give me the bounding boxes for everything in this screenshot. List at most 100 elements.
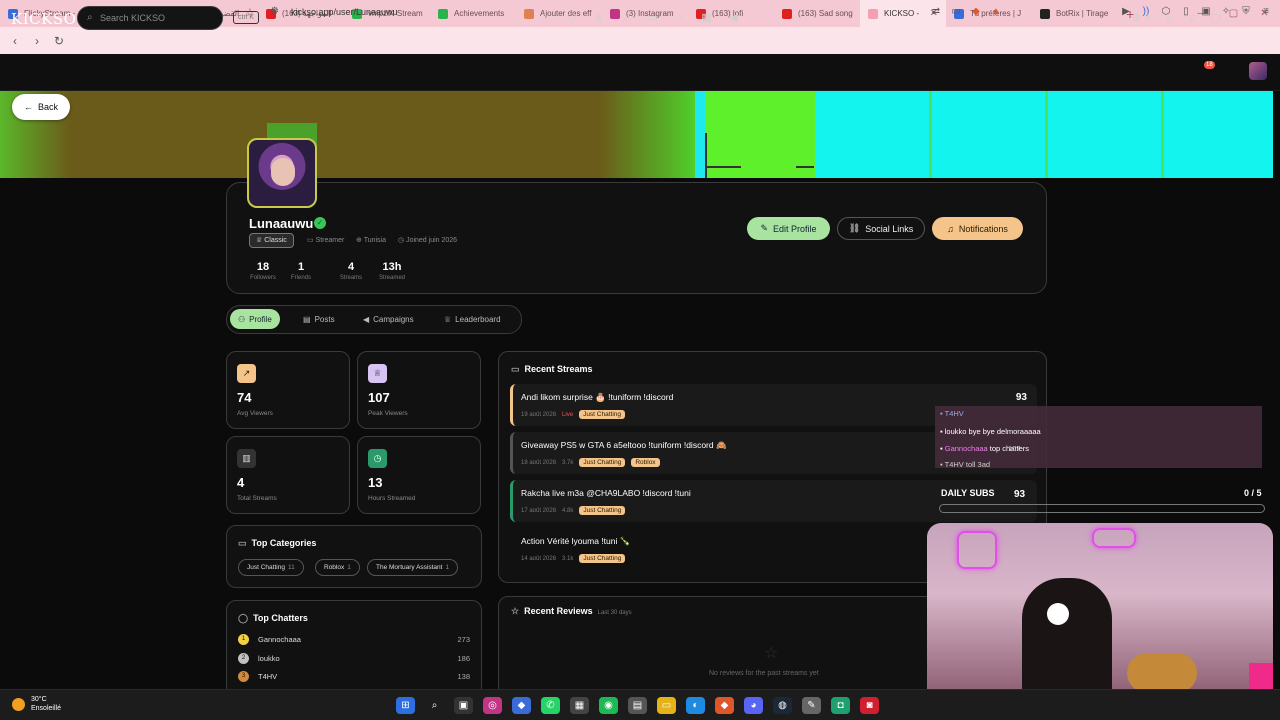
user-nav: ⊕ E ☼ ♫ ▢ — [1132, 11, 1221, 25]
task-view-icon[interactable]: ▣ — [454, 697, 473, 714]
notifications-icon[interactable]: ♫ — [1188, 12, 1196, 24]
peak-overlay-value: 107 — [1008, 444, 1021, 453]
tab-favicon-icon — [868, 8, 878, 19]
site-info-icon[interactable]: ⚙ — [270, 6, 279, 17]
steam-icon[interactable]: ◍ — [773, 697, 792, 714]
weather-widget[interactable]: 30°C Ensoleillé — [12, 695, 61, 713]
user-avatar[interactable] — [1249, 62, 1267, 80]
forward-nav-icon[interactable]: › — [26, 34, 48, 48]
list-item[interactable]: 1 Gannochaaa 273 — [238, 634, 470, 648]
app-icon[interactable]: ◆ — [512, 697, 531, 714]
clock-icon: ◷ — [368, 449, 387, 468]
discord-icon[interactable]: ◕ — [744, 697, 763, 714]
reload-icon[interactable]: ↻ — [48, 34, 70, 48]
stream-row[interactable]: Rakcha live m3a @CHA9LABO !discord !tuni… — [510, 480, 1037, 522]
notifications-button[interactable]: ♫ Notifications — [932, 217, 1023, 240]
app-icon[interactable]: ✎ — [802, 697, 821, 714]
stat-followers: 18 Followers — [250, 261, 276, 281]
cast-icon[interactable]: ▭ — [950, 6, 962, 17]
pencil-icon: ✎ — [760, 223, 768, 233]
screen-icon[interactable]: ▭ — [646, 11, 659, 24]
stats-icon[interactable]: ◔ — [673, 11, 686, 24]
category-chip[interactable]: Just Chatting 11 — [238, 559, 304, 576]
windows-start-icon[interactable]: ⊞ — [396, 697, 415, 714]
app-icon[interactable]: ◙ — [860, 697, 879, 714]
search-placeholder: Search KICKSO — [100, 13, 166, 23]
browser-tab[interactable]: Achievements — [430, 0, 516, 27]
language-label: E — [1145, 14, 1150, 21]
list-item[interactable]: 2 loukko 186 — [238, 653, 470, 667]
search-shortcut: ctrl K — [233, 11, 259, 24]
daily-subs-progress — [939, 504, 1265, 513]
chat-line: ▪ loukko bye bye delmoraaaaa — [940, 427, 1041, 436]
verified-icon: ✓ — [314, 217, 326, 229]
stat-card-hours-streamed: ◷ 13 Hours Streamed — [357, 436, 481, 514]
tab-posts[interactable]: ▤ Posts — [295, 309, 343, 329]
tab-leaderboard[interactable]: ♕ Leaderboard — [436, 309, 509, 329]
spotify-icon[interactable]: ◉ — [599, 697, 618, 714]
social-links-button[interactable]: ⛓ Social Links — [837, 217, 925, 240]
empty-reviews-text: No reviews for the past streams yet — [709, 670, 819, 677]
theme-icon[interactable]: ☼ — [1164, 12, 1174, 24]
browser-tab[interactable]: (163) Sad song — [774, 0, 860, 27]
brave-shield-icon[interactable]: ◆ — [970, 6, 982, 17]
calendar-icon[interactable]: ▦ — [700, 11, 713, 24]
calculator-icon[interactable]: ▤ — [628, 697, 647, 714]
site-header — [0, 54, 1280, 91]
rewards-icon[interactable]: ▲ — [990, 6, 1002, 17]
chat-line: ▪ T4HV toll 3ad — [940, 460, 991, 469]
vpn-icon[interactable]: ⛨ — [1240, 6, 1252, 17]
tab-campaigns[interactable]: ◀ Campaigns — [355, 309, 422, 329]
messages-icon[interactable]: ▢ — [1210, 11, 1220, 24]
site-logo[interactable]: KICKSO — [11, 10, 76, 28]
whatsapp-icon[interactable]: ✆ — [541, 697, 560, 714]
users-icon[interactable]: ⚇ — [565, 11, 578, 24]
edit-profile-button[interactable]: ✎ Edit Profile — [747, 217, 830, 240]
mic-icon[interactable]: ♪ — [619, 11, 632, 24]
megaphone-icon[interactable]: ◀ — [727, 11, 740, 24]
app-icon[interactable]: ▦ — [570, 697, 589, 714]
back-button[interactable]: ← Back — [12, 94, 70, 120]
translate-icon[interactable]: ⇄ — [930, 6, 942, 17]
stat-streams: 4 Streams — [339, 261, 363, 281]
profile-type: ▭ Streamer — [307, 237, 345, 244]
play-icon[interactable]: ▶ — [1120, 6, 1132, 17]
category-chip[interactable]: Roblox 1 — [315, 559, 360, 576]
list-item[interactable]: 3 T4HV 138 — [238, 671, 470, 685]
profile-username: Lunaauwu — [249, 216, 314, 231]
bell-icon: ♫ — [947, 223, 954, 234]
profile-avatar — [247, 138, 317, 208]
taskbar: 30°C Ensoleillé ⊞ ⌕ ▣ ◎ ◆ ✆ ▦ ◉ ▤ ▭ ◐ ◆ ◕… — [0, 689, 1280, 720]
url-field[interactable]: kickso.app/user/Lunaauwu — [291, 7, 398, 17]
stat-card-peak-viewers: ♕ 107 Peak Viewers — [357, 351, 481, 429]
link-icon: ⛓ — [848, 223, 861, 233]
file-explorer-icon[interactable]: ▭ — [657, 697, 676, 714]
category-chip[interactable]: The Mortuary Assistant 1 — [367, 559, 459, 576]
stat-card-total-streams: ▥ 4 Total Streams — [226, 436, 350, 514]
leo-icon[interactable]: ✧ — [1220, 6, 1232, 17]
app-icon[interactable]: ◎ — [483, 697, 502, 714]
back-nav-icon[interactable]: ‹ — [4, 34, 26, 48]
stream-chat-overlay — [935, 406, 1262, 468]
search-input[interactable]: ⌕ Search KICKSO — [77, 6, 223, 30]
top-categories-card — [226, 525, 482, 588]
brave-icon[interactable]: ◆ — [715, 697, 734, 714]
top-categories-title: ▭ Top Categories — [238, 538, 317, 548]
menu-icon[interactable]: ≡ — [1260, 6, 1272, 17]
tab-label: (163) Sad song — [798, 9, 853, 18]
tab-profile[interactable]: ⚇ Profile — [230, 309, 280, 329]
app-icon[interactable]: ◘ — [831, 697, 850, 714]
neon-heart — [957, 531, 997, 569]
recent-reviews-title: ☆ Recent Reviews Last 30 days — [511, 606, 632, 616]
trophy-icon[interactable]: ♕ — [592, 11, 605, 24]
trophy-icon: ♕ — [444, 314, 452, 324]
star-icon: ☆ — [764, 645, 779, 662]
language-icon[interactable]: ⊕ — [1132, 11, 1141, 24]
search-icon[interactable]: ⌕ — [425, 697, 444, 714]
neon-sign — [1092, 528, 1136, 548]
stat-streamed: 13h Streamed — [378, 261, 405, 281]
home-icon[interactable]: ⌂ — [538, 11, 551, 24]
edge-icon[interactable]: ◐ — [686, 697, 705, 714]
extension-toolbar: ⇄ ▭ ◆ ▲ ▶ )) ⬡ ▯ ▣ ✧ ⛨ ≡ — [930, 6, 1272, 17]
chat-line: ▪ T4HV — [940, 409, 964, 418]
